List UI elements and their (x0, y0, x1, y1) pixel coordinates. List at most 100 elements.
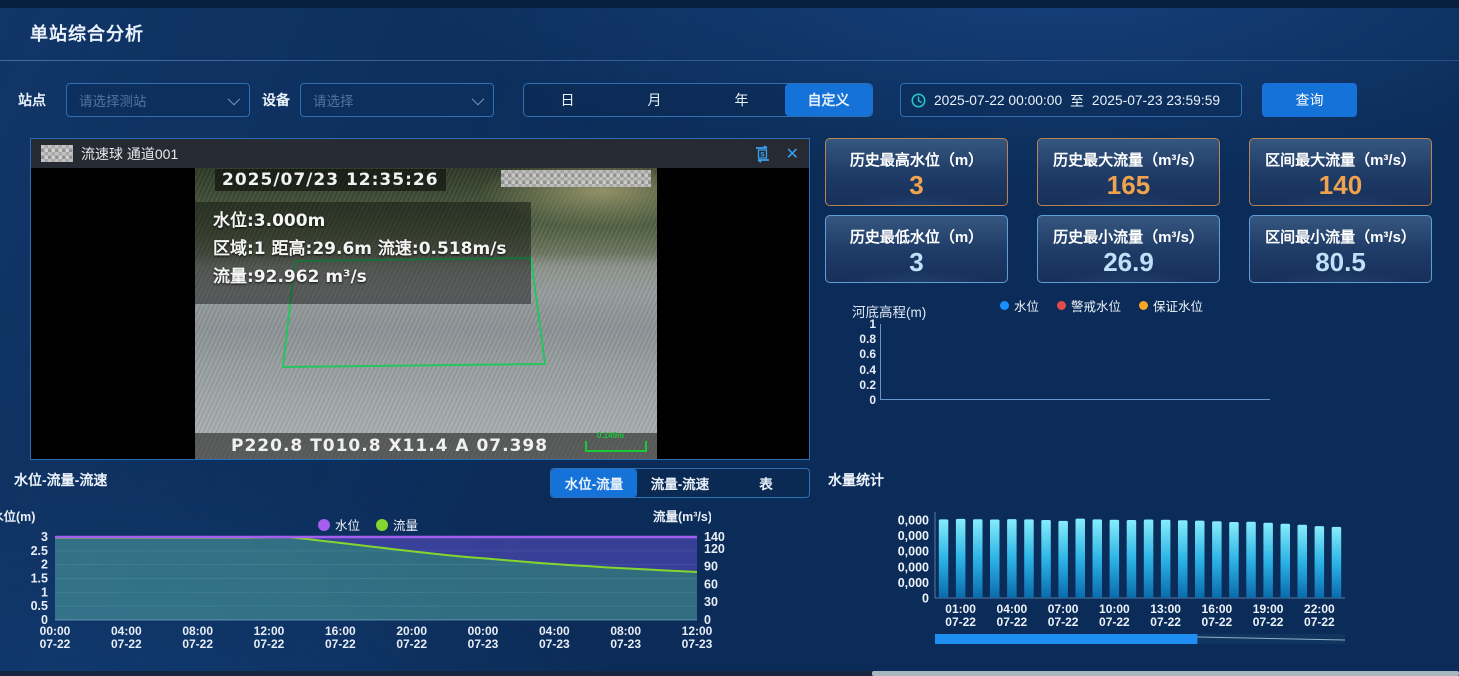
scale-value: 0.149m (597, 431, 624, 440)
svg-text:12:0007-23: 12:0007-23 (682, 624, 713, 651)
datazoom-handle[interactable] (935, 634, 1197, 644)
stage-axis-label: 水位(m) (0, 506, 48, 525)
svg-text:12:0007-22: 12:0007-22 (254, 624, 285, 651)
svg-text:22:0007-22: 22:0007-22 (1304, 602, 1335, 629)
svg-text:08:0007-22: 08:0007-22 (182, 624, 213, 651)
legend-item[interactable]: 保证水位 (1139, 296, 1203, 315)
svg-text:1: 1 (41, 585, 48, 599)
stage-flow-chart: 00.511.522.53030609012014000:0007-2204:0… (0, 528, 730, 676)
svg-text:30: 30 (704, 595, 718, 609)
video-panel: 流速球 通道001 s ✕ 2025/07/23 12:35:26 水位:3.0… (30, 138, 810, 460)
period-segmented-control: 日月年自定义 (523, 83, 873, 117)
tab-表[interactable]: 表 (723, 469, 809, 497)
svg-text:07:0007-22: 07:0007-22 (1048, 602, 1079, 629)
svg-text:3: 3 (41, 530, 48, 544)
svg-text:04:0007-22: 04:0007-22 (111, 624, 142, 651)
station-placeholder: 请选择测站 (79, 90, 228, 110)
scale-bracket: 0.149m (585, 441, 647, 452)
legend-item[interactable]: 水位 (1000, 296, 1039, 315)
svg-text:16:0007-22: 16:0007-22 (1202, 602, 1233, 629)
axis-tick-label: 0.8 (836, 332, 876, 346)
stat-card-label: 历史最小流量（m³/s） (1038, 226, 1219, 247)
svg-text:00:0007-22: 00:0007-22 (40, 624, 71, 651)
header-divider (0, 60, 1459, 61)
station-label: 站点 (18, 83, 46, 117)
stream-sample-icon[interactable]: s (753, 145, 772, 163)
date-range-picker[interactable]: 2025-07-22 00:00:00 至 2025-07-23 23:59:5… (900, 83, 1242, 117)
stat-card-label: 历史最大流量（m³/s） (1038, 149, 1219, 170)
date-separator: 至 (1070, 90, 1084, 110)
chevron-down-icon (472, 92, 485, 105)
tab-流量-流速[interactable]: 流量-流速 (637, 469, 723, 497)
axis-tick-label: 0.2 (836, 378, 876, 392)
svg-text:300,000: 300,000 (898, 545, 929, 559)
svg-text:140: 140 (704, 530, 725, 544)
stat-card: 历史最小流量（m³/s）26.9 (1037, 215, 1220, 283)
query-button[interactable]: 查询 (1262, 83, 1357, 117)
svg-text:10:0007-22: 10:0007-22 (1099, 602, 1130, 629)
legend-item[interactable]: 警戒水位 (1057, 296, 1121, 315)
flow-axis-label: 流量(m³/s) (653, 506, 711, 525)
stat-card: 区间最小流量（m³/s）80.5 (1249, 215, 1432, 283)
legend-dot (1000, 301, 1009, 310)
svg-text:400,000: 400,000 (898, 529, 929, 543)
axis-tick-label: 0.4 (836, 363, 876, 377)
chevron-down-icon (228, 92, 241, 105)
stat-card: 历史最大流量（m³/s）165 (1037, 138, 1220, 206)
overlay-region-velocity: 区域:1 距高:29.6m 流速:0.518m/s (213, 234, 507, 259)
svg-text:08:0007-23: 08:0007-23 (610, 624, 641, 651)
svg-text:2.5: 2.5 (31, 544, 48, 558)
date-start: 2025-07-22 00:00:00 (934, 93, 1062, 108)
redacted-station-name (41, 145, 73, 162)
water-volume-title: 水量统计 (828, 470, 884, 490)
svg-text:0: 0 (922, 592, 929, 606)
scrollbar-thumb[interactable] (872, 671, 1459, 676)
period-option[interactable]: 日 (524, 84, 611, 116)
legend-label: 保证水位 (1153, 296, 1203, 315)
svg-text:20:0007-22: 20:0007-22 (396, 624, 427, 651)
legend-label: 警戒水位 (1071, 296, 1121, 315)
stat-card-grid: 历史最高水位（m）3历史最大流量（m³/s）165区间最大流量（m³/s）140… (825, 138, 1433, 283)
stat-card-value: 140 (1250, 170, 1431, 200)
device-select[interactable]: 请选择 (300, 83, 494, 117)
close-icon[interactable]: ✕ (786, 144, 799, 164)
stat-card: 历史最高水位（m）3 (825, 138, 1008, 206)
stat-card-label: 区间最大流量（m³/s） (1250, 149, 1431, 170)
date-end: 2025-07-23 23:59:59 (1092, 93, 1220, 108)
svg-text:04:0007-22: 04:0007-22 (997, 602, 1028, 629)
riverbed-legend: 水位 警戒水位 保证水位 (1000, 296, 1203, 315)
svg-text:200,000: 200,000 (898, 560, 929, 574)
svg-text:60: 60 (704, 577, 718, 591)
overlay-water-level: 水位:3.000m (213, 206, 325, 231)
stat-card: 区间最大流量（m³/s）140 (1249, 138, 1432, 206)
legend-dot (1057, 301, 1066, 310)
period-option[interactable]: 自定义 (785, 84, 872, 116)
axis-tick-label: 0 (836, 393, 876, 407)
svg-text:500,000: 500,000 (898, 514, 929, 528)
page-horizontal-scrollbar (0, 671, 1459, 676)
svg-text:1.5: 1.5 (31, 572, 48, 586)
svg-text:19:0007-22: 19:0007-22 (1253, 602, 1284, 629)
page-title: 单站综合分析 (30, 20, 144, 46)
stat-card-label: 历史最高水位（m） (826, 149, 1007, 170)
svg-text:0.5: 0.5 (31, 599, 48, 613)
svg-text:00:0007-23: 00:0007-23 (468, 624, 499, 651)
stat-card-value: 3 (826, 247, 1007, 277)
period-option[interactable]: 年 (698, 84, 785, 116)
station-select[interactable]: 请选择测站 (66, 83, 250, 117)
overlay-discharge: 流量:92.962 m³/s (213, 262, 367, 287)
tab-水位-流量[interactable]: 水位-流量 (551, 469, 637, 497)
video-bottom-strip: P220.8 T010.8 X11.4 A 07.398 0.149m (195, 433, 657, 459)
water-volume-chart: 0100,000200,000300,000400,000500,00001:0… (898, 498, 1360, 653)
svg-text:2: 2 (41, 558, 48, 572)
legend-label: 水位 (1014, 296, 1039, 315)
svg-text:04:0007-23: 04:0007-23 (539, 624, 570, 651)
axis-tick-label: 0.6 (836, 347, 876, 361)
riverbed-plot-axes (880, 324, 1270, 400)
video-frame: 2025/07/23 12:35:26 水位:3.000m 区域:1 距高:29… (195, 168, 657, 459)
axis-tick-label: 1 (836, 317, 876, 331)
period-option[interactable]: 月 (611, 84, 698, 116)
video-title: 流速球 通道001 (81, 144, 178, 164)
stat-card-value: 165 (1038, 170, 1219, 200)
svg-text:90: 90 (704, 560, 718, 574)
